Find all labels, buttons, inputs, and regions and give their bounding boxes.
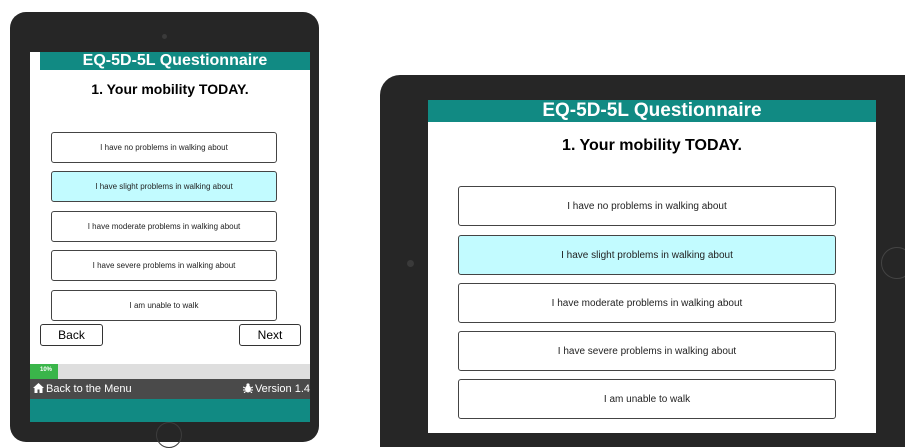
portrait-screen: EQ-5D-5L Questionnaire 1. Your mobility …: [30, 52, 310, 422]
back-to-menu-label: Back to the Menu: [46, 383, 132, 395]
back-to-menu-link[interactable]: Back to the Menu: [33, 379, 132, 399]
option-unable-to-walk[interactable]: I am unable to walk: [458, 379, 836, 419]
option-moderate-problems[interactable]: I have moderate problems in walking abou…: [51, 211, 277, 242]
question-heading: 1. Your mobility TODAY.: [91, 81, 249, 97]
progress-bar: 10%: [30, 364, 310, 379]
option-moderate-problems[interactable]: I have moderate problems in walking abou…: [458, 283, 836, 323]
camera-dot: [407, 260, 414, 267]
home-button: [881, 247, 905, 279]
landscape-screen: EQ-5D-5L Questionnaire 1. Your mobility …: [428, 100, 876, 433]
bug-icon: [242, 383, 253, 393]
camera-dot: [162, 34, 167, 39]
option-no-problems[interactable]: I have no problems in walking about: [51, 132, 277, 163]
version-label: Version 1.4: [254, 383, 310, 395]
questionnaire-title: EQ-5D-5L Questionnaire: [40, 52, 310, 70]
option-no-problems[interactable]: I have no problems in walking about: [458, 186, 836, 226]
footer-teal-strip: [30, 399, 310, 422]
option-unable-to-walk[interactable]: I am unable to walk: [51, 290, 277, 321]
progress-fill: 10%: [30, 364, 58, 379]
next-button[interactable]: Next: [239, 324, 301, 346]
footer-bar: Back to the Menu Version 1.4: [30, 379, 310, 399]
version-info: Version 1.4: [242, 379, 310, 399]
home-button: [156, 422, 182, 448]
option-severe-problems[interactable]: I have severe problems in walking about: [458, 331, 836, 371]
landscape-tablet-frame: EQ-5D-5L Questionnaire 1. Your mobility …: [380, 75, 905, 447]
home-icon: [33, 383, 44, 393]
option-severe-problems[interactable]: I have severe problems in walking about: [51, 250, 277, 281]
back-button[interactable]: Back: [40, 324, 103, 346]
portrait-tablet-frame: EQ-5D-5L Questionnaire 1. Your mobility …: [10, 12, 319, 448]
questionnaire-title: EQ-5D-5L Questionnaire: [428, 100, 876, 122]
option-slight-problems[interactable]: I have slight problems in walking about: [458, 235, 836, 275]
question-heading: 1. Your mobility TODAY.: [562, 137, 742, 154]
option-slight-problems[interactable]: I have slight problems in walking about: [51, 171, 277, 202]
